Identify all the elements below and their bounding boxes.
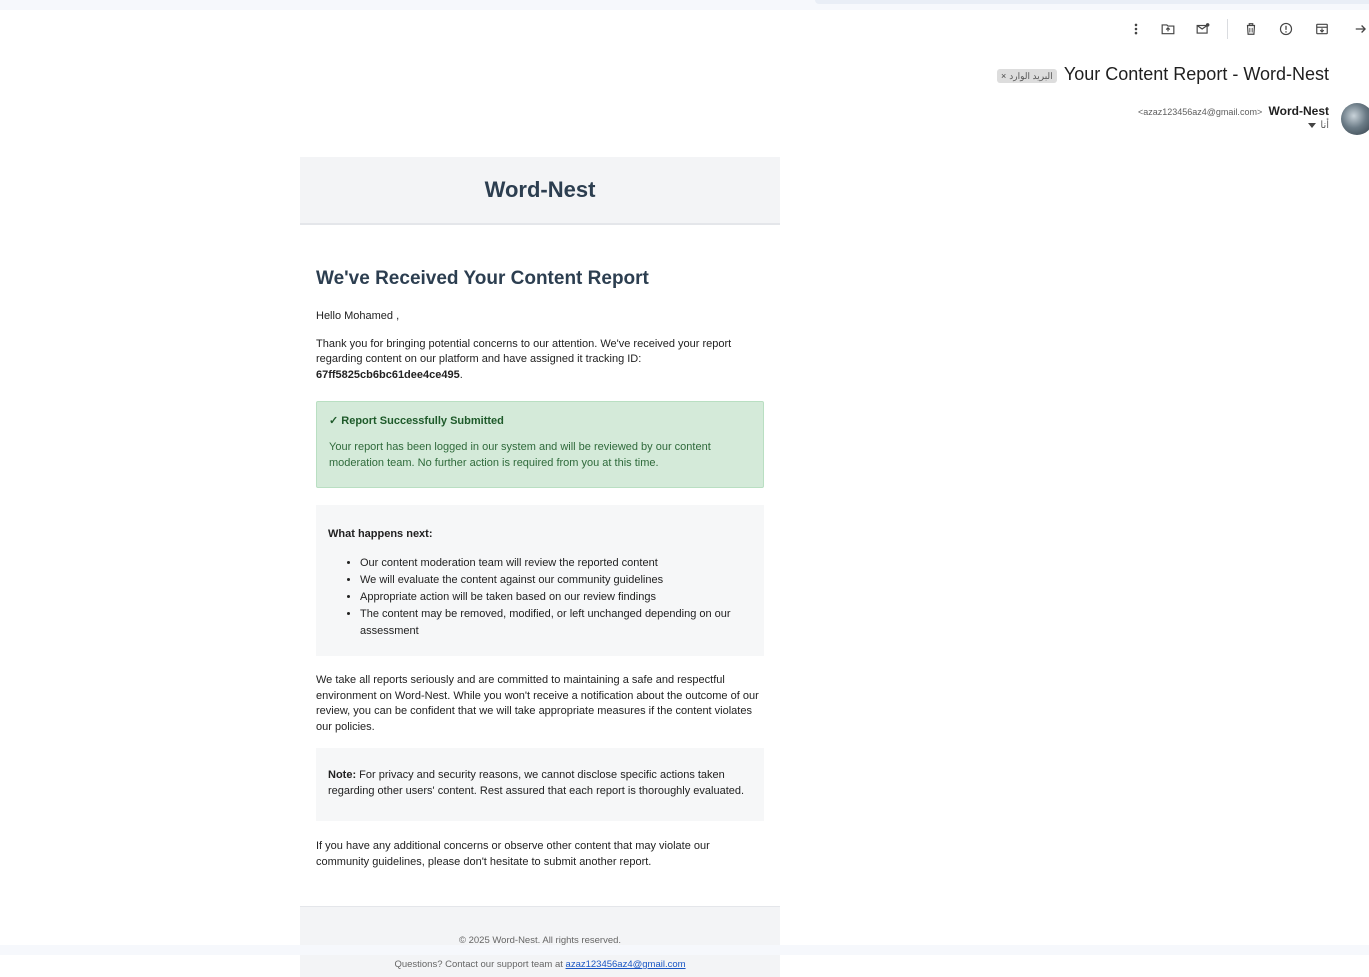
recipient-dropdown[interactable]: أنا — [1308, 120, 1329, 131]
list-item: We will evaluate the content against our… — [360, 572, 752, 589]
list-item: The content may be removed, modified, or… — [360, 606, 752, 640]
brand-title: Word-Nest — [484, 177, 596, 202]
top-bar — [0, 0, 1369, 10]
success-box: ✓ Report Successfully Submitted Your rep… — [316, 401, 764, 488]
success-title: ✓ Report Successfully Submitted — [329, 415, 504, 427]
back-arrow-icon[interactable] — [1354, 19, 1369, 39]
toolbar-divider — [1227, 19, 1228, 39]
email-subject: Your Content Report - Word-Nest — [1063, 64, 1329, 84]
inbox-label-chip[interactable]: × البريد الوارد — [997, 69, 1057, 83]
delete-icon[interactable] — [1241, 19, 1261, 39]
intro-end: . — [459, 368, 463, 381]
mark-unread-icon[interactable] — [1193, 19, 1213, 39]
note-text: For privacy and security reasons, we can… — [328, 769, 745, 797]
sender-email: <azaz123456az4@gmail.com> — [1137, 107, 1263, 117]
next-steps-list: Our content moderation team will review … — [328, 555, 752, 640]
chevron-down-icon[interactable] — [1308, 123, 1317, 128]
avatar[interactable] — [1341, 103, 1369, 135]
note-label: Note: — [328, 769, 357, 781]
list-item: Appropriate action will be taken based o… — [360, 589, 752, 606]
support-email-link[interactable]: azaz123456az4@gmail.com — [566, 959, 686, 970]
greeting: Hello Mohamed , — [316, 310, 400, 322]
label-text: البريد الوارد — [1009, 71, 1053, 81]
more-vert-icon[interactable] — [1126, 19, 1146, 39]
closing-paragraph: We take all reports seriously and are co… — [316, 674, 759, 733]
note-paragraph: Note: For privacy and security reasons, … — [328, 768, 752, 799]
report-spam-icon[interactable] — [1276, 19, 1296, 39]
list-item: Our content moderation team will review … — [360, 555, 752, 572]
search-bar-edge[interactable] — [815, 0, 1369, 4]
email-content: We've Received Your Content Report Hello… — [300, 267, 780, 870]
footer-copyright: © 2025 Word-Nest. All rights reserved. — [458, 935, 622, 946]
footer-question: Questions? Contact our support team at — [394, 959, 566, 970]
bottom-bar — [0, 945, 1369, 955]
sender-line: <azaz123456az4@gmail.com> Word-Nest — [1138, 104, 1329, 118]
tracking-id: 67ff5825cb6bc61dee4ce495 — [316, 368, 460, 381]
note-box: Note: For privacy and security reasons, … — [316, 748, 764, 821]
email-header: Word-Nest — [300, 157, 780, 225]
email-footer: © 2025 Word-Nest. All rights reserved. Q… — [300, 906, 780, 977]
success-body: Your report has been logged in our syste… — [329, 441, 711, 469]
recipient-text: أنا — [1320, 120, 1329, 131]
archive-icon[interactable] — [1312, 19, 1332, 39]
final-paragraph: If you have any additional concerns or o… — [316, 840, 710, 868]
move-to-folder-icon[interactable] — [1158, 19, 1178, 39]
intro-paragraph: Thank you for bringing potential concern… — [316, 337, 764, 384]
email-heading: We've Received Your Content Report — [316, 268, 649, 289]
sender-name[interactable]: Word-Nest — [1269, 104, 1329, 118]
footer-contact: Questions? Contact our support team at a… — [300, 959, 780, 971]
intro-text: Thank you for bringing potential concern… — [316, 337, 732, 366]
next-steps-box: What happens next: Our content moderatio… — [316, 505, 764, 656]
email-body: Word-Nest We've Received Your Content Re… — [300, 157, 780, 977]
remove-label-icon[interactable]: × — [1001, 69, 1006, 83]
next-steps-title: What happens next: — [328, 528, 433, 540]
